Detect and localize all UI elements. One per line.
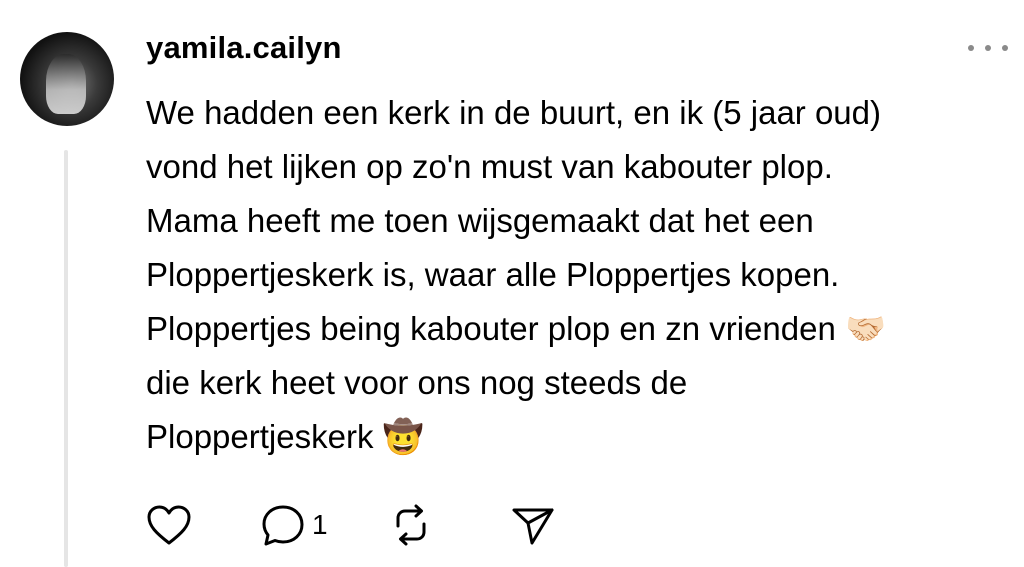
post-text-line: Ploppertjeskerk 🤠 bbox=[146, 418, 424, 455]
post-text: We hadden een kerk in de buurt, en ik (5… bbox=[146, 86, 996, 464]
post-text-line: die kerk heet voor ons nog steeds de bbox=[146, 364, 688, 401]
share-button[interactable] bbox=[510, 503, 556, 547]
reply-count: 1 bbox=[312, 509, 328, 540]
post-text-line: We hadden een kerk in de buurt, en ik (5… bbox=[146, 94, 882, 131]
avatar-photo bbox=[46, 54, 86, 114]
thread-line bbox=[64, 150, 68, 567]
heart-icon bbox=[147, 505, 191, 545]
repost-arrows-icon bbox=[396, 504, 426, 546]
repost-button[interactable] bbox=[388, 502, 434, 548]
post-text-line: Mama heeft me toen wijsgemaakt dat het e… bbox=[146, 202, 814, 239]
thread-post: yamila.cailyn We hadden een kerk in de b… bbox=[0, 0, 1024, 567]
like-button[interactable] bbox=[146, 504, 198, 546]
post-actions: 1 bbox=[146, 500, 556, 550]
more-options-button[interactable] bbox=[968, 38, 1008, 58]
post-text-line: Ploppertjeskerk is, waar alle Ploppertje… bbox=[146, 256, 840, 293]
avatar[interactable] bbox=[20, 32, 114, 126]
ellipsis-icon bbox=[985, 45, 991, 51]
speech-bubble-icon bbox=[262, 505, 304, 546]
post-text-line: vond het lijken op zo'n must van kaboute… bbox=[146, 148, 833, 185]
paper-plane-icon bbox=[512, 508, 554, 545]
post-text-line: Ploppertjes being kabouter plop en zn vr… bbox=[146, 310, 887, 347]
reply-button[interactable]: 1 bbox=[260, 503, 328, 547]
ellipsis-icon bbox=[1002, 45, 1008, 51]
username[interactable]: yamila.cailyn bbox=[146, 30, 342, 66]
ellipsis-icon bbox=[968, 45, 974, 51]
